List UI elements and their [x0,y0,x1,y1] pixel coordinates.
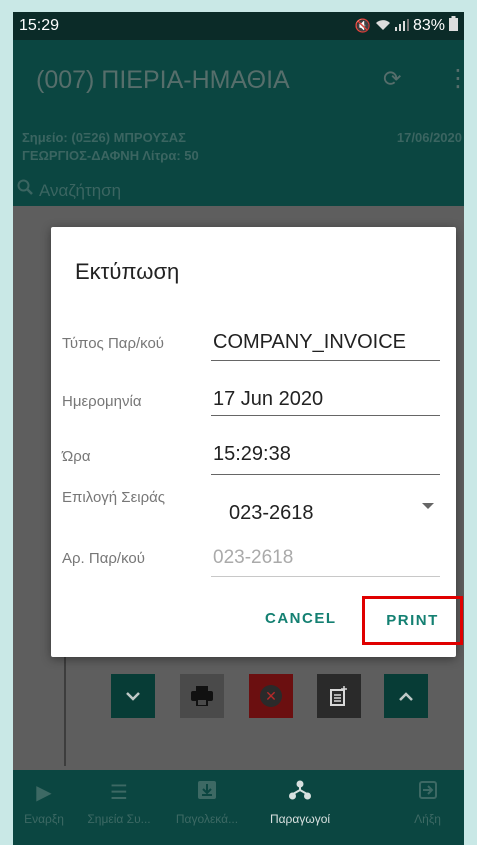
phone-screen: 15:29 🔇 83% (007) ΠΙΕΡΙΑ-ΗΜΑΘΙΑ ⟳ ⋮ Σημε… [13,12,464,845]
field-label-time: Ώρα [62,448,91,465]
nav-item-end[interactable]: Λήξη [391,770,464,845]
nav-item-points[interactable]: ☰ Σημεία Συ... [75,770,163,845]
dropdown-arrow-icon[interactable] [422,503,434,509]
invoice-type-input[interactable]: COMPANY_INVOICE [213,331,406,354]
nav-item-tanks[interactable]: Παγολεκά... [163,770,251,845]
exit-icon [391,780,464,806]
field-underline [211,474,440,475]
search-icon [17,179,33,200]
field-label-series: Επιλογή Σειράς [62,489,166,506]
field-underline [211,360,440,361]
time-input[interactable]: 15:29:38 [213,443,291,466]
nav-label-points: Σημεία Συ... [87,812,151,826]
signal-icon [394,18,409,34]
field-underline [211,576,440,577]
app-bar: (007) ΠΙΕΡΙΑ-ΗΜΑΘΙΑ ⟳ ⋮ [13,40,464,120]
nav-label-start: Εναρξη [24,812,64,826]
field-underline [211,415,440,416]
nav-item-producers[interactable]: Παραγωγοί [251,770,349,845]
hierarchy-icon [251,780,349,806]
point-info: Σημείο: (0Ξ26) ΜΠΡΟΥΣΑΣ [22,130,186,145]
sub-info: Σημείο: (0Ξ26) ΜΠΡΟΥΣΑΣ ΓΕΩΡΓΙΟΣ-ΔΑΦΝΗ Λ… [13,120,464,174]
print-icon[interactable] [180,674,224,718]
sync-icon[interactable]: ⟳ [383,66,401,92]
status-icons: 🔇 83% [355,16,458,36]
field-label-invoice-type: Τύπος Παρ/κού [62,335,165,352]
status-bar: 15:29 🔇 83% [13,12,464,40]
download-box-icon [163,780,251,806]
battery-percent: 83% [412,17,445,34]
more-vert-icon[interactable]: ⋮ [446,64,464,93]
print-button[interactable]: PRINT [362,596,463,645]
field-label-date: Ημερομηνία [62,393,142,410]
play-icon: ▶ [36,782,52,804]
nav-label-end: Λήξη [414,812,441,826]
close-icon: ✕ [260,685,282,707]
list-icon: ☰ [110,782,128,804]
cancel-button[interactable]: CANCEL [265,610,337,627]
mute-icon: 🔇 [354,18,371,33]
nav-label-tanks: Παγολεκά... [175,812,239,826]
cancel-circle-icon[interactable]: ✕ [249,674,293,718]
search-input[interactable]: Αναζήτηση [39,181,121,201]
search-bar[interactable]: Αναζήτηση [13,174,464,206]
chevron-down-icon[interactable] [111,674,155,718]
note-add-icon[interactable] [317,674,361,718]
print-dialog: Εκτύπωση Τύπος Παρ/κού COMPANY_INVOICE Η… [51,227,463,657]
wifi-icon [375,19,391,34]
bottom-nav: ▶ Εναρξη ☰ Σημεία Συ... Παγολεκά... Παρα… [13,770,464,845]
invoice-number-input[interactable]: 023-2618 [213,547,293,569]
date-input[interactable]: 17 Jun 2020 [213,388,323,411]
chevron-up-icon[interactable] [384,674,428,718]
status-time: 15:29 [19,17,60,34]
nav-item-start[interactable]: ▶ Εναρξη [13,770,75,845]
action-buttons: ✕ [13,674,464,724]
dialog-title: Εκτύπωση [75,259,180,284]
app-title: (007) ΠΙΕΡΙΑ-ΗΜΑΘΙΑ [36,66,290,94]
point-detail: ΓΕΩΡΓΙΟΣ-ΔΑΦΝΗ Λίτρα: 50 [22,148,199,163]
info-date: 17/06/2020 [396,130,462,145]
print-button-label: PRINT [386,612,439,629]
nav-label-producers: Παραγωγοί [269,812,331,826]
battery-icon [449,16,458,36]
field-label-invoice-number: Αρ. Παρ/κού [62,550,145,567]
series-select[interactable]: 023-2618 [229,502,314,525]
